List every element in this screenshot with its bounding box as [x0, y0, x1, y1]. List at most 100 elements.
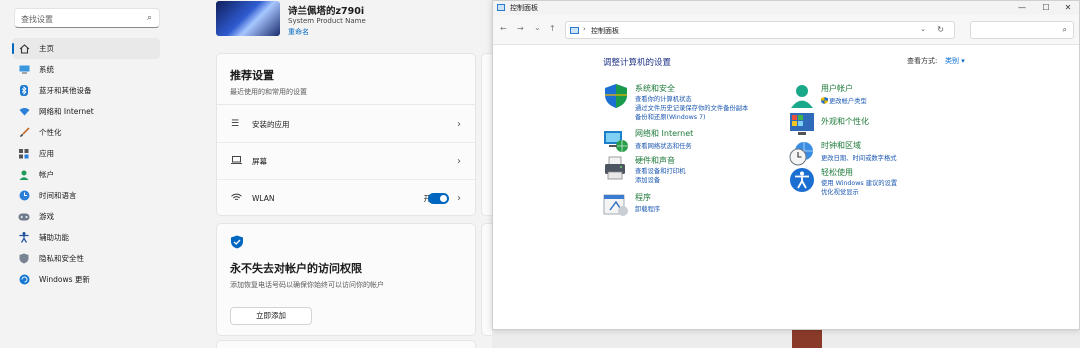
list-icon: ☰ [231, 119, 240, 129]
wlan-toggle[interactable] [428, 193, 449, 204]
forward-arrow-icon[interactable]: → [517, 24, 524, 33]
gamepad-icon [18, 211, 30, 223]
recommended-subtitle: 最近使用的和常用的设置 [230, 88, 307, 96]
rename-link[interactable]: 重命名 [288, 27, 309, 37]
laptop-icon [231, 155, 243, 167]
category-programs: 程序 卸载程序 [603, 192, 803, 228]
monitor-icon [18, 64, 30, 76]
account-recovery-card: 永不失去对帐户的访问权限 添加恢复电话号码以确保你始终可以访问你的帐户 立即添加 [216, 223, 476, 336]
search-icon: ⌕ [146, 13, 152, 23]
ease-of-access-icon [790, 168, 814, 192]
settings-search-input[interactable]: 查找设置 ⌕ [14, 8, 160, 28]
category-title[interactable]: 程序 [635, 192, 651, 203]
chevron-right-icon: › [457, 155, 461, 167]
sidebar-item-home[interactable]: 主页 [12, 38, 160, 59]
recommended-row-installed-apps[interactable]: ☰ 安装的应用 › [217, 106, 475, 143]
row-label: 屏幕 [252, 156, 267, 166]
printer-icon [605, 156, 625, 180]
category-link[interactable]: 更改日期、时间或数字格式 [821, 153, 897, 162]
device-profile: 诗兰佩塔的z790i System Product Name 重命名 [216, 0, 486, 42]
row-label: 安装的应用 [252, 119, 290, 129]
sidebar-item-system[interactable]: 系统 [12, 59, 160, 80]
account-recovery-title: 永不失去对帐户的访问权限 [230, 262, 362, 275]
settings-sidebar: 查找设置 ⌕ 主页 系统 蓝牙和其他设备 网络和 Internet 个性化 应用… [0, 0, 172, 348]
category-link[interactable]: 卸载程序 [635, 204, 660, 213]
minimize-icon[interactable]: — [1009, 1, 1035, 15]
category-hardware-sound: 硬件和声音 查看设备和打印机 添加设备 [603, 155, 803, 191]
sidebar-item-label: 网络和 Internet [39, 107, 94, 116]
category-title[interactable]: 时钟和区域 [821, 140, 861, 151]
sidebar-item-bluetooth[interactable]: 蓝牙和其他设备 [12, 80, 160, 101]
sidebar-item-time-language[interactable]: 时间和语言 [12, 185, 160, 206]
wifi-icon [231, 193, 243, 205]
control-panel-search-input[interactable]: ⌕ [970, 21, 1074, 39]
category-title[interactable]: 系统和安全 [635, 83, 675, 94]
device-wallpaper-thumbnail [216, 1, 280, 36]
category-link[interactable]: 添加设备 [635, 175, 660, 184]
sidebar-item-privacy[interactable]: 隐私和安全性 [12, 248, 160, 269]
sidebar-item-label: Windows 更新 [39, 275, 90, 284]
view-by-dropdown[interactable]: 类别 ▾ [945, 56, 965, 66]
row-label: WLAN [252, 194, 275, 203]
shield-check-icon [231, 235, 243, 249]
category-link[interactable]: 通过文件历史记录保存你的文件备份副本 [635, 103, 748, 112]
category-title[interactable]: 外观和个性化 [821, 116, 869, 127]
window-title: 控制面板 [510, 4, 538, 12]
sidebar-item-label: 系统 [39, 65, 54, 74]
category-title[interactable]: 用户帐户 [821, 83, 853, 94]
device-name: 诗兰佩塔的z790i [288, 6, 365, 17]
home-icon [18, 43, 30, 55]
background-thumbnail [792, 330, 822, 348]
bluetooth-icon [18, 85, 30, 97]
sidebar-item-label: 辅助功能 [39, 233, 69, 242]
sidebar-item-label: 应用 [39, 149, 54, 158]
recommended-row-display[interactable]: 屏幕 › [217, 143, 475, 180]
up-arrow-icon[interactable]: ↑ [549, 24, 556, 33]
title-bar: 控制面板 — ☐ ✕ [493, 1, 1079, 15]
address-bar[interactable]: › 控制面板 ⌄ ↻ [565, 21, 955, 39]
sidebar-item-windows-update[interactable]: Windows 更新 [12, 269, 160, 290]
recommended-title: 推荐设置 [230, 69, 274, 82]
address-dropdown-icon[interactable]: ⌄ [920, 25, 926, 33]
category-link[interactable]: 查看设备和打印机 [635, 166, 685, 175]
category-title[interactable]: 硬件和声音 [635, 155, 675, 166]
sidebar-item-accessibility[interactable]: 辅助功能 [12, 227, 160, 248]
category-title[interactable]: 轻松使用 [821, 167, 853, 178]
globe-clock-icon [18, 190, 30, 202]
breadcrumb[interactable]: 控制面板 [591, 26, 619, 36]
search-placeholder: 查找设置 [21, 15, 53, 24]
category-link[interactable]: 备份和还原(Windows 7) [635, 112, 706, 121]
sidebar-item-label: 蓝牙和其他设备 [39, 86, 92, 95]
category-system-security: 系统和安全 查看你的计算机状态 通过文件历史记录保存你的文件备份副本 备份和还原… [603, 83, 803, 121]
chevron-right-icon: › [457, 193, 461, 204]
sidebar-item-label: 个性化 [39, 128, 62, 137]
accessibility-icon [18, 232, 30, 244]
recommended-row-wlan[interactable]: WLAN 开 › [217, 180, 475, 217]
sidebar-item-apps[interactable]: 应用 [12, 143, 160, 164]
page-title: 调整计算机的设置 [603, 58, 672, 68]
sidebar-item-personalization[interactable]: 个性化 [12, 122, 160, 143]
wifi-icon [18, 106, 30, 118]
category-ease-of-access: 轻松使用 使用 Windows 建议的设置 优化视觉显示 [789, 167, 989, 203]
add-now-button[interactable]: 立即添加 [230, 307, 312, 325]
sidebar-item-network[interactable]: 网络和 Internet [12, 101, 160, 122]
category-title[interactable]: 网络和 Internet [635, 128, 693, 139]
back-arrow-icon[interactable]: ← [500, 24, 507, 33]
category-link[interactable]: 优化视觉显示 [821, 187, 859, 196]
control-panel-app-icon [497, 4, 505, 11]
category-link[interactable]: 查看网络状态和任务 [635, 141, 692, 150]
brush-icon [18, 127, 30, 139]
sidebar-item-label: 时间和语言 [39, 191, 77, 200]
sidebar-item-gaming[interactable]: 游戏 [12, 206, 160, 227]
update-icon [18, 274, 30, 286]
recent-dropdown-icon[interactable]: ⌄ [534, 23, 541, 32]
close-icon[interactable]: ✕ [1055, 1, 1080, 15]
sidebar-item-label: 游戏 [39, 212, 54, 221]
category-link[interactable]: 更改帐户类型 [821, 96, 867, 105]
category-link[interactable]: 查看你的计算机状态 [635, 94, 692, 103]
sidebar-item-accounts[interactable]: 帐户 [12, 164, 160, 185]
account-recovery-subtitle: 添加恢复电话号码以确保你始终可以访问你的帐户 [230, 281, 384, 289]
refresh-icon[interactable]: ↻ [937, 25, 944, 34]
category-link[interactable]: 使用 Windows 建议的设置 [821, 178, 897, 187]
sidebar-item-label: 隐私和安全性 [39, 254, 84, 263]
